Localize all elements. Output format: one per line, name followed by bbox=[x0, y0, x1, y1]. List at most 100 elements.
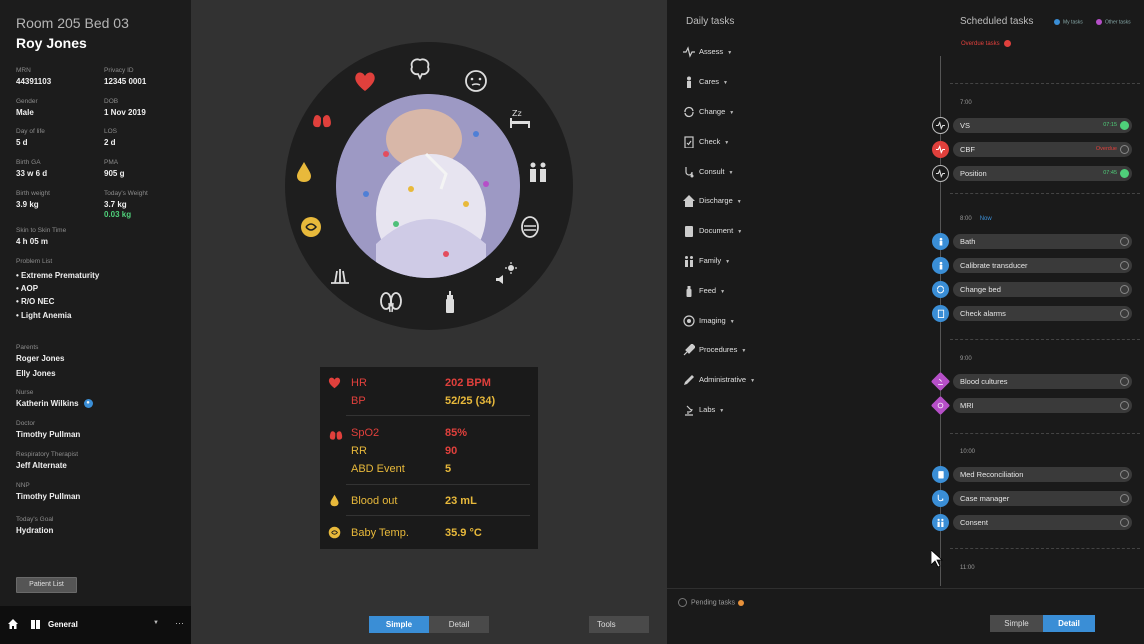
task-row-change-bed[interactable]: Change bed bbox=[929, 281, 1132, 298]
field-doctor: Doctor Timothy Pullman bbox=[16, 420, 81, 439]
chevron-down-icon: ▼ bbox=[723, 80, 728, 86]
scan-icon bbox=[930, 395, 951, 416]
daily-task-change[interactable]: Change ▼ bbox=[683, 105, 734, 119]
field-mrn: MRN 44391103 bbox=[16, 67, 52, 86]
pulse-icon bbox=[932, 165, 949, 182]
lungs-icon[interactable] bbox=[309, 106, 335, 132]
face-icon[interactable] bbox=[463, 68, 489, 94]
task-checkbox[interactable] bbox=[1120, 145, 1129, 154]
task-row-case-manager[interactable]: Case manager bbox=[929, 490, 1132, 507]
task-row-position[interactable]: Position 07:45 bbox=[929, 165, 1132, 182]
family-icon[interactable] bbox=[525, 159, 551, 185]
stethoscope-icon bbox=[932, 490, 949, 507]
layout-icon[interactable] bbox=[31, 620, 40, 629]
rr-value: 90 bbox=[445, 445, 458, 457]
daily-task-document[interactable]: Document ▼ bbox=[683, 224, 742, 238]
task-row-consent[interactable]: Consent bbox=[929, 514, 1132, 531]
daily-task-labs[interactable]: Labs ▼ bbox=[683, 403, 724, 417]
bottle-icon[interactable] bbox=[437, 289, 463, 315]
nurse-contact-icon[interactable]: ● bbox=[83, 399, 93, 409]
daily-task-assess[interactable]: Assess ▼ bbox=[683, 45, 732, 59]
task-done-checkbox[interactable] bbox=[1120, 169, 1129, 178]
task-row-calibrate-transducer[interactable]: Calibrate transducer bbox=[929, 257, 1132, 274]
field-privacy-id: Privacy ID 12345 0001 bbox=[104, 67, 147, 86]
task-row-blood-cultures[interactable]: Blood cultures bbox=[929, 371, 1132, 392]
task-bar: VS 07:15 bbox=[953, 118, 1132, 133]
task-checkbox[interactable] bbox=[1120, 470, 1129, 479]
patient-camera-feed[interactable] bbox=[336, 94, 520, 278]
skin-icon[interactable] bbox=[327, 263, 353, 289]
chevron-down-icon: ▼ bbox=[720, 289, 726, 295]
microscope-icon bbox=[930, 371, 951, 392]
refresh-icon bbox=[684, 106, 694, 118]
task-row-mri[interactable]: MRI bbox=[929, 395, 1132, 416]
task-checkbox[interactable] bbox=[1120, 237, 1129, 246]
heart-icon[interactable] bbox=[352, 68, 378, 94]
brain-icon[interactable] bbox=[407, 55, 433, 81]
patient-overview: Zz HR 202 BPM BP 52/25 (34) SpO2 85% RR … bbox=[191, 0, 667, 644]
task-checkbox[interactable] bbox=[1120, 261, 1129, 270]
swaddle-icon[interactable] bbox=[517, 214, 543, 240]
time-label: 7:00 bbox=[960, 100, 972, 106]
task-row-check-alarms[interactable]: Check alarms bbox=[929, 305, 1132, 322]
blood-drop-icon[interactable] bbox=[291, 159, 317, 185]
field-day-of-life: Day of life 5 d bbox=[16, 128, 45, 147]
daily-task-cares[interactable]: Cares ▼ bbox=[683, 75, 728, 89]
task-checkbox[interactable] bbox=[1120, 285, 1129, 294]
daily-task-check[interactable]: Check ▼ bbox=[683, 135, 729, 149]
task-checkbox[interactable] bbox=[1120, 309, 1129, 318]
chevron-down-icon: ▼ bbox=[719, 408, 725, 414]
field-parents: Parents Roger Jones bbox=[16, 344, 65, 363]
task-bar: Check alarms bbox=[953, 306, 1132, 321]
task-row-vs[interactable]: VS 07:15 bbox=[929, 117, 1132, 134]
unit-selector[interactable]: General bbox=[48, 620, 78, 629]
simple-view-button[interactable]: Simple bbox=[369, 616, 429, 633]
heart-icon bbox=[328, 377, 341, 389]
field-nurse: Nurse Katherin Wilkins ● bbox=[16, 389, 93, 409]
task-checkbox[interactable] bbox=[1120, 377, 1129, 386]
timeline-gridline bbox=[950, 83, 1140, 84]
chevron-down-icon[interactable]: ▼ bbox=[153, 620, 159, 626]
problem-list: Problem List • Extreme Prematurity • AOP… bbox=[16, 258, 99, 322]
sleep-icon[interactable]: Zz bbox=[507, 106, 533, 132]
task-row-med-reconciliation[interactable]: Med Reconciliation bbox=[929, 466, 1132, 483]
kidneys-icon[interactable] bbox=[378, 289, 404, 315]
home-icon[interactable] bbox=[8, 619, 18, 629]
task-checkbox[interactable] bbox=[1120, 494, 1129, 503]
overdue-tasks-filter[interactable]: Overdue tasks bbox=[961, 40, 1011, 47]
patient-list-button[interactable]: Patient List bbox=[16, 577, 77, 593]
scan-icon bbox=[683, 315, 695, 327]
task-checkbox[interactable] bbox=[1120, 518, 1129, 527]
task-bar: Med Reconciliation bbox=[953, 467, 1132, 482]
task-bar: Position 07:45 bbox=[953, 166, 1132, 181]
light-noise-icon[interactable] bbox=[493, 260, 519, 286]
daily-task-feed[interactable]: Feed ▼ bbox=[683, 284, 725, 298]
daily-task-administrative[interactable]: Administrative ▼ bbox=[683, 373, 755, 387]
svg-text:Zz: Zz bbox=[512, 109, 522, 118]
daily-task-imaging[interactable]: Imaging ▼ bbox=[683, 314, 735, 328]
detail-view-button[interactable]: Detail bbox=[429, 616, 489, 633]
daily-task-family[interactable]: Family ▼ bbox=[683, 254, 730, 268]
clipboard-icon bbox=[684, 136, 694, 149]
task-row-cbf[interactable]: CBF Overdue bbox=[929, 141, 1132, 158]
abd-label: ABD Event bbox=[351, 463, 405, 475]
task-checkbox[interactable] bbox=[1120, 401, 1129, 410]
temperature-icon[interactable] bbox=[298, 214, 324, 240]
pending-tasks[interactable]: Pending tasks bbox=[678, 598, 744, 607]
detail-view-button[interactable]: Detail bbox=[1043, 615, 1095, 632]
task-done-checkbox[interactable] bbox=[1120, 121, 1129, 130]
field-skin-to-skin: Skin to Skin Time 4 h 05 m bbox=[16, 227, 67, 246]
tools-button[interactable]: Tools bbox=[589, 616, 649, 633]
clock-icon bbox=[678, 598, 687, 607]
pending-badge bbox=[737, 599, 744, 606]
task-row-bath[interactable]: Bath bbox=[929, 233, 1132, 250]
time-label: 9:00 bbox=[960, 356, 972, 362]
field-birth-weight: Birth weight 3.9 kg bbox=[16, 190, 50, 209]
more-icon[interactable]: ⋯ bbox=[175, 618, 184, 629]
daily-task-consult[interactable]: Consult ▼ bbox=[683, 165, 733, 179]
daily-task-discharge[interactable]: Discharge ▼ bbox=[683, 194, 742, 208]
time-label: 10:00 bbox=[960, 449, 976, 455]
timeline-gridline bbox=[950, 548, 1140, 549]
daily-task-procedures[interactable]: Procedures ▼ bbox=[683, 343, 746, 357]
simple-view-button[interactable]: Simple bbox=[990, 615, 1043, 632]
